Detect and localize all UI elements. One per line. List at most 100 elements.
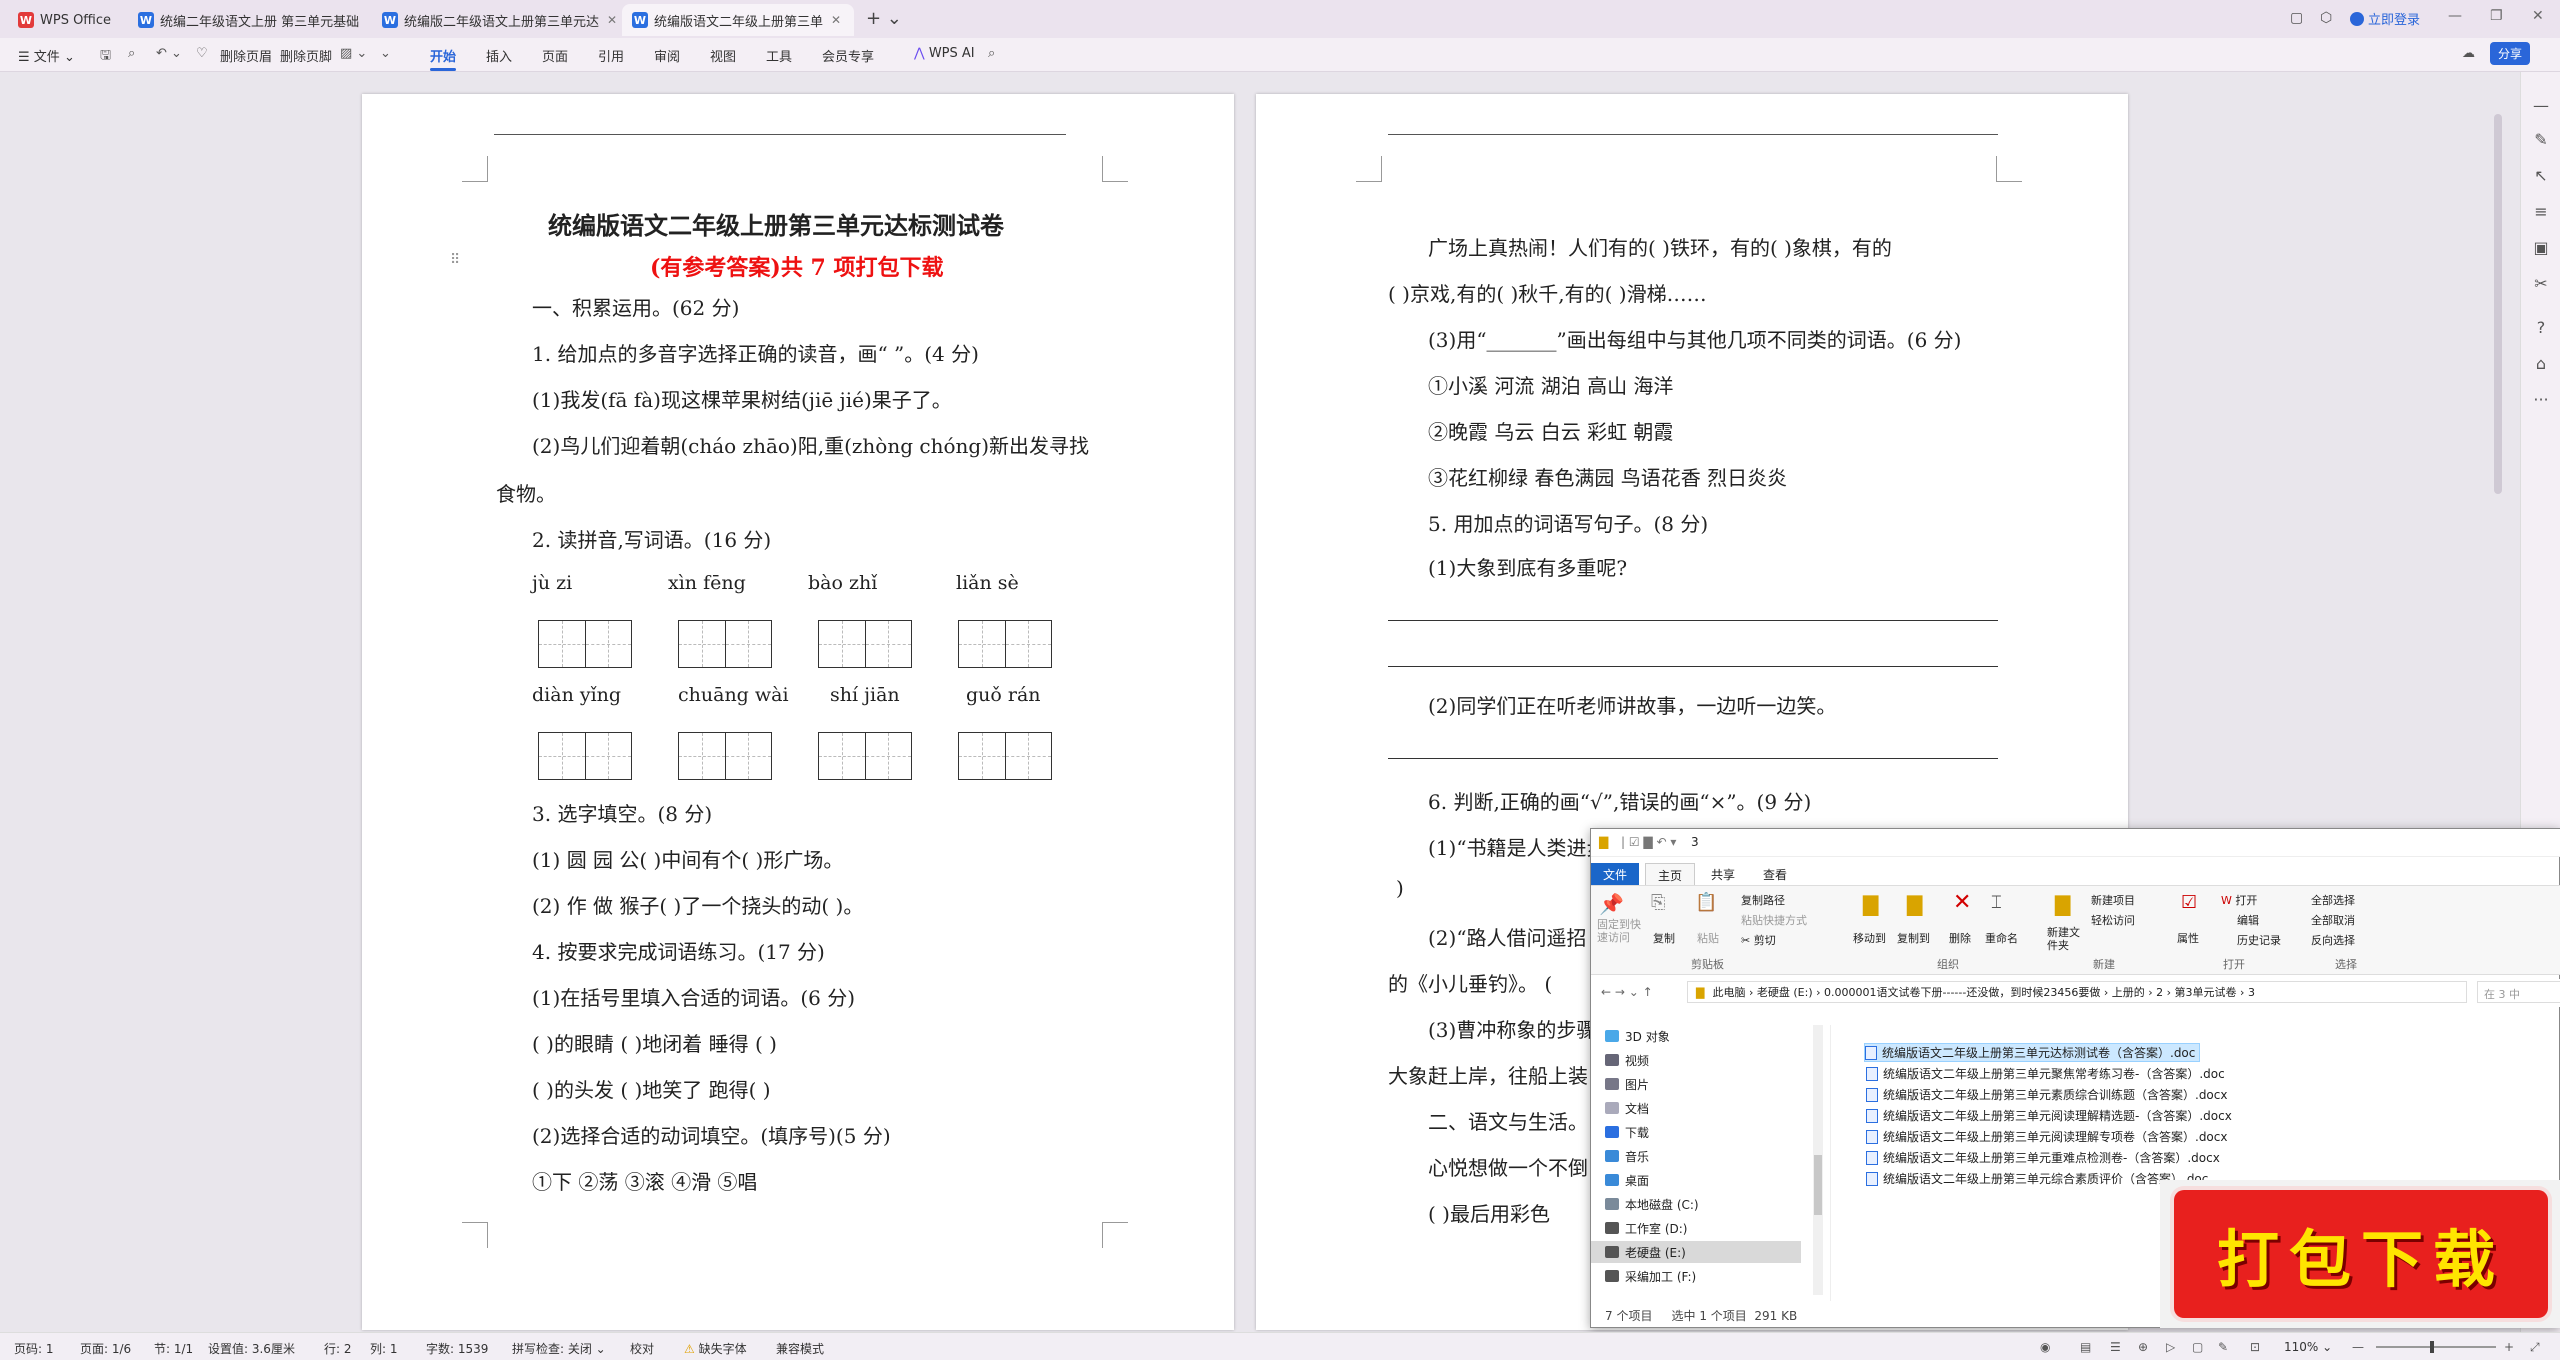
properties-button[interactable]: 属性 xyxy=(2177,930,2199,946)
tab-document-2[interactable]: W 统编版二年级语文上册第三单元达 ✕ xyxy=(372,4,616,36)
tab-document-3-active[interactable]: W 统编版语文二年级上册第三单 ✕ xyxy=(622,4,854,36)
tab-reference[interactable]: 引用 xyxy=(598,46,624,65)
nav-item-pictures[interactable]: 图片 xyxy=(1605,1073,1649,1095)
read-mode-icon[interactable]: ▢ xyxy=(2192,1340,2203,1354)
nav-item-videos[interactable]: 视频 xyxy=(1605,1049,1649,1071)
picture-icon[interactable]: ▨ ⌄ xyxy=(340,46,367,61)
vertical-scrollbar[interactable] xyxy=(2494,114,2502,494)
search-icon[interactable]: ⌕ xyxy=(988,46,995,61)
status-word-count[interactable]: 字数: 1539 xyxy=(426,1340,488,1357)
tab-page[interactable]: 页面 xyxy=(542,46,568,65)
nav-item-documents[interactable]: 文档 xyxy=(1605,1097,1649,1119)
zoom-in-icon[interactable]: + xyxy=(2504,1340,2514,1354)
status-section[interactable]: 节: 1/1 xyxy=(154,1340,193,1357)
pen-icon[interactable]: ✎ xyxy=(2531,130,2551,150)
file-item[interactable]: 统编版语文二年级上册第三单元重难点检测卷-（含答案）.docx xyxy=(1866,1148,2220,1167)
restore-icon[interactable]: ❐ xyxy=(2490,8,2503,24)
tab-review[interactable]: 审阅 xyxy=(654,46,680,65)
file-item[interactable]: 统编版语文二年级上册第三单元综合素质评价（含答案）.doc xyxy=(1866,1169,2208,1188)
tab-insert[interactable]: 插入 xyxy=(486,46,512,65)
invert-selection-button[interactable]: 反向选择 xyxy=(2311,932,2355,948)
nav-scrollbar[interactable] xyxy=(1813,1025,1823,1295)
explorer-tab-view[interactable]: 查看 xyxy=(1751,863,1799,885)
delete-button[interactable]: 删除 xyxy=(1949,930,1971,946)
close-icon[interactable]: ✕ xyxy=(607,13,616,27)
writing-box[interactable] xyxy=(538,732,632,780)
copy-button[interactable]: 复制 xyxy=(1653,930,1675,946)
help-icon[interactable]: ? xyxy=(2531,318,2551,338)
writing-box[interactable] xyxy=(818,732,912,780)
eye-icon[interactable]: ◉ xyxy=(2040,1340,2050,1354)
wps-ai-button[interactable]: ⋀ WPS AI xyxy=(914,46,975,61)
undo-icon[interactable]: ↶ ⌄ xyxy=(156,46,182,61)
copy-to-button[interactable]: 复制到 xyxy=(1897,930,1930,946)
paste-shortcut-button[interactable]: 粘贴快捷方式 xyxy=(1741,912,1807,928)
tab-document-1[interactable]: W统编二年级语文上册 第三单元基础✕ xyxy=(128,4,366,36)
writing-box[interactable] xyxy=(678,732,772,780)
favorite-icon[interactable]: ♡ xyxy=(196,46,208,61)
nav-item-drive-f[interactable]: 采编加工 (F:) xyxy=(1605,1265,1696,1287)
fullscreen-icon[interactable]: ⤢ xyxy=(2530,1340,2540,1355)
open-button[interactable]: W 打开 xyxy=(2221,892,2257,908)
explorer-tab-share[interactable]: 共享 xyxy=(1699,863,1747,885)
settings-sliders-icon[interactable]: ≡ xyxy=(2531,202,2551,222)
rename-button[interactable]: 重命名 xyxy=(1985,930,2018,946)
explorer-tab-file[interactable]: 文件 xyxy=(1591,863,1640,885)
tab-member[interactable]: 会员专享 xyxy=(822,46,874,65)
zoom-out-icon[interactable]: — xyxy=(2352,1340,2364,1354)
status-page-count[interactable]: 页面: 1/6 xyxy=(80,1340,131,1357)
status-setting[interactable]: 设置值: 3.6厘米 xyxy=(208,1340,295,1357)
close-window-icon[interactable]: ✕ xyxy=(2532,8,2544,24)
cut-button[interactable]: ✂ 剪切 xyxy=(1741,932,1776,948)
tab-tools[interactable]: 工具 xyxy=(766,46,792,65)
new-tab-icon[interactable]: + ⌄ xyxy=(866,8,902,29)
tab-home[interactable]: 开始 xyxy=(430,46,457,71)
tools-icon[interactable]: ✂ xyxy=(2531,274,2551,294)
quick-access-toolbar[interactable]: | ☑ ▇ ↶ ▾ xyxy=(1621,835,1676,849)
zoom-slider[interactable] xyxy=(2376,1341,2496,1353)
writing-box[interactable] xyxy=(958,620,1052,668)
missing-font-button[interactable]: ⚠ 缺失字体 xyxy=(684,1340,747,1357)
more-chevron-icon[interactable]: ⌄ xyxy=(380,46,391,61)
pin-quick-access-button[interactable]: 固定到快速访问 xyxy=(1597,918,1641,944)
more-icon[interactable]: ··· xyxy=(2531,390,2551,410)
shirt-icon[interactable]: ⌂ xyxy=(2531,354,2551,374)
writing-box[interactable] xyxy=(678,620,772,668)
paste-button[interactable]: 粘贴 xyxy=(1697,930,1719,946)
file-item[interactable]: 统编版语文二年级上册第三单元素质综合训练题（含答案）.docx xyxy=(1866,1085,2227,1104)
collapse-icon[interactable]: — xyxy=(2531,96,2551,116)
proofread-button[interactable]: 校对 xyxy=(630,1340,654,1357)
file-menu[interactable]: ☰ 文件 ⌄ xyxy=(18,46,75,65)
status-row[interactable]: 行: 2 xyxy=(324,1340,352,1357)
tab-view[interactable]: 视图 xyxy=(710,46,736,65)
nav-item-drive-c[interactable]: 本地磁盘 (C:) xyxy=(1605,1193,1699,1215)
nav-item-drive-e[interactable]: 老硬盘 (E:) xyxy=(1591,1241,1801,1263)
explorer-tab-home[interactable]: 主页 xyxy=(1645,863,1696,885)
writing-box[interactable] xyxy=(958,732,1052,780)
file-item[interactable]: 统编版语文二年级上册第三单元阅读理解专项卷（含答案）.docx xyxy=(1866,1127,2227,1146)
window-layout-icon[interactable]: ▢ xyxy=(2290,10,2303,26)
pen-icon[interactable]: ✎ xyxy=(2218,1340,2228,1354)
web-view-icon[interactable]: ⊕ xyxy=(2138,1340,2148,1354)
nav-item-desktop[interactable]: 桌面 xyxy=(1605,1169,1649,1191)
history-button[interactable]: 历史记录 xyxy=(2237,932,2281,948)
close-icon[interactable]: ✕ xyxy=(831,13,841,27)
spell-check-toggle[interactable]: 拼写检查: 关闭 ⌄ xyxy=(512,1340,606,1357)
writing-box[interactable] xyxy=(818,620,912,668)
nav-item-downloads[interactable]: 下载 xyxy=(1605,1121,1649,1143)
breadcrumb[interactable]: ▇ 此电脑 › 老硬盘 (E:) › 0.000001语文试卷下册------还… xyxy=(1687,981,2467,1003)
status-page-number[interactable]: 页码: 1 xyxy=(14,1340,54,1357)
fit-page-icon[interactable]: ⊡ xyxy=(2250,1340,2260,1354)
save-icon[interactable]: 🖫 xyxy=(100,46,111,68)
format-brush-icon[interactable]: ⌕ xyxy=(128,46,135,61)
delete-footer-button[interactable]: 删除页脚 xyxy=(280,46,332,65)
select-all-button[interactable]: 全部选择 xyxy=(2311,892,2355,908)
select-none-button[interactable]: 全部取消 xyxy=(2311,912,2355,928)
file-item[interactable]: 统编版语文二年级上册第三单元阅读理解精选题-（含答案）.docx xyxy=(1866,1106,2232,1125)
play-icon[interactable]: ▷ xyxy=(2166,1340,2175,1354)
share-button[interactable]: 分享 xyxy=(2490,42,2531,65)
drag-handle-icon[interactable]: ⠿ xyxy=(450,252,460,268)
status-col[interactable]: 列: 1 xyxy=(370,1340,398,1357)
page-view-icon[interactable]: ▤ xyxy=(2080,1340,2091,1354)
zoom-level[interactable]: 110% ⌄ xyxy=(2284,1340,2332,1354)
